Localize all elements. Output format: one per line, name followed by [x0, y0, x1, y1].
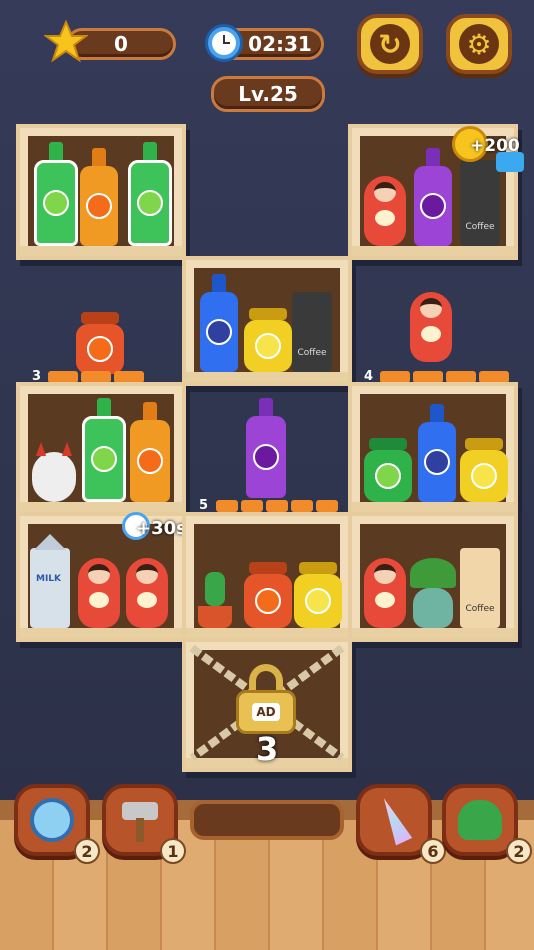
cactus-pot[interactable] — [198, 572, 232, 628]
nesting-doll[interactable] — [364, 558, 406, 628]
gear-icon: ⚙ — [459, 24, 499, 64]
lemon-jar[interactable] — [244, 308, 292, 372]
lime-bottle[interactable] — [128, 142, 172, 246]
milk-carton[interactable]: MILK — [30, 548, 70, 628]
white-cat-plush[interactable] — [32, 442, 76, 502]
level-badge: Lv.25 — [211, 76, 325, 112]
hammer-icon — [118, 798, 162, 842]
lime-bottle[interactable] — [34, 142, 78, 246]
grape-bottle[interactable] — [414, 148, 452, 246]
shelf-center-upper[interactable]: Coffee — [182, 256, 352, 386]
coffee-box[interactable]: Coffee — [292, 292, 332, 372]
locked-shelf[interactable]: AD 3 — [182, 638, 352, 772]
nesting-doll[interactable] — [78, 558, 120, 628]
lemon-jar[interactable] — [460, 438, 508, 502]
star-icon — [43, 19, 89, 64]
ad-label: AD — [252, 703, 280, 721]
blueberry-bottle[interactable] — [200, 274, 238, 372]
nesting-doll[interactable] — [126, 558, 168, 628]
potted-plant[interactable] — [410, 558, 456, 628]
compass-icon — [30, 798, 74, 842]
coffee-label: Coffee — [465, 222, 495, 232]
hammer-count-badge: 1 — [160, 838, 186, 864]
orange-juice-bottle[interactable] — [80, 148, 118, 246]
tray-center-count: 5 — [199, 498, 209, 513]
star-count: 0 — [114, 32, 128, 56]
shelf-bottom-right[interactable]: Coffee — [348, 512, 518, 642]
progress-slot — [190, 800, 344, 840]
time-bonus-label: +30s — [136, 518, 187, 539]
orange-jar[interactable] — [244, 562, 292, 628]
restart-button[interactable]: ↻ — [357, 14, 423, 74]
lime-bottle[interactable] — [82, 398, 126, 502]
coffee-box[interactable]: Coffee — [460, 160, 500, 246]
locked-count: 3 — [256, 730, 279, 768]
lemon-jar[interactable] — [294, 562, 342, 628]
padlock-icon[interactable]: AD — [236, 664, 296, 734]
coffee-label: Coffee — [297, 348, 327, 358]
blueberry-bottle[interactable] — [418, 404, 456, 502]
level-label: Lv.25 — [238, 82, 298, 106]
timer-value: 02:31 — [248, 32, 312, 56]
dino-count-badge: 2 — [506, 838, 532, 864]
restart-icon: ↻ — [370, 24, 410, 64]
horn-count-badge: 6 — [420, 838, 446, 864]
orange-jar[interactable] — [76, 312, 124, 374]
shelf-bottom-center[interactable] — [182, 512, 352, 642]
nesting-doll[interactable] — [410, 292, 452, 362]
settings-button[interactable]: ⚙ — [446, 14, 512, 74]
dino-claw-icon — [458, 800, 502, 840]
shelf-middle-left[interactable] — [16, 382, 186, 516]
apple-jar[interactable] — [364, 438, 412, 502]
unicorn-horn-icon — [376, 794, 413, 845]
compass-count-badge: 2 — [74, 838, 100, 864]
shelf-top-left[interactable] — [16, 124, 186, 260]
coffee-box[interactable]: Coffee — [460, 548, 500, 628]
nesting-doll[interactable] — [364, 176, 406, 246]
coffee-label: Coffee — [465, 604, 495, 614]
video-ad-icon[interactable] — [496, 152, 524, 172]
orange-juice-bottle[interactable] — [130, 402, 170, 502]
shelf-middle-right[interactable] — [348, 382, 518, 516]
clock-icon — [205, 24, 243, 62]
grape-bottle[interactable] — [246, 398, 286, 498]
milk-label: MILK — [36, 574, 62, 584]
